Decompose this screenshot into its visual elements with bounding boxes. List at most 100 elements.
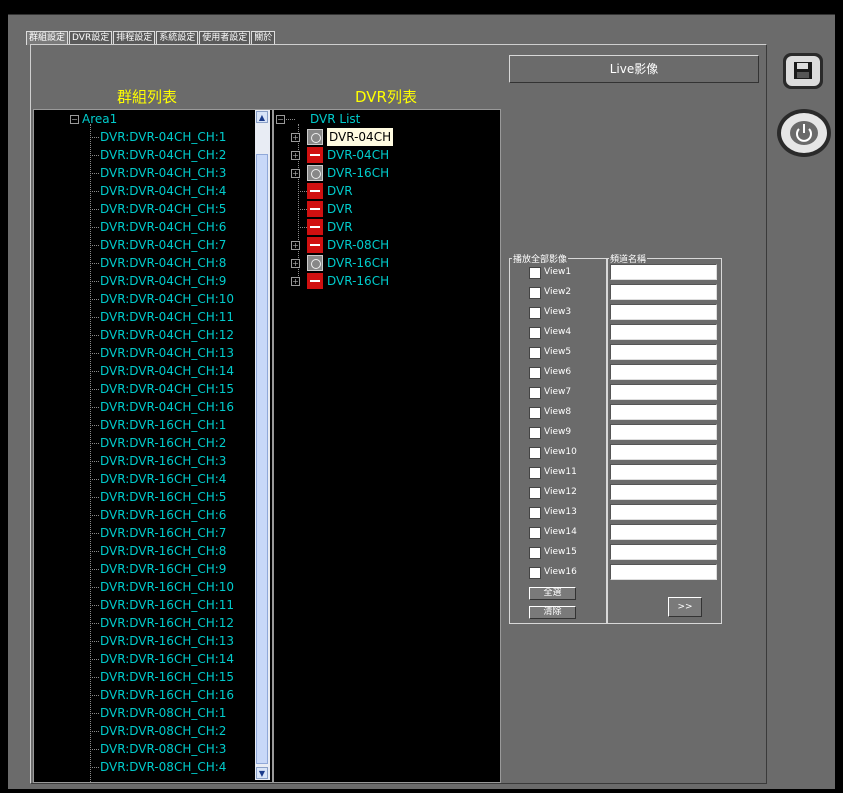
channel-name-input[interactable] [610, 424, 717, 440]
channel-name-input[interactable] [610, 524, 717, 540]
tree-item-channel[interactable]: DVR:DVR-16CH_CH:2 [100, 434, 226, 452]
view-checkbox[interactable] [529, 447, 541, 459]
dvr-tree-item[interactable]: DVR-08CH [327, 236, 389, 254]
tree-item-channel[interactable]: DVR:DVR-08CH_CH:3 [100, 740, 226, 758]
view-checkbox[interactable] [529, 367, 541, 379]
channel-name-input[interactable] [610, 484, 717, 500]
select-all-button[interactable]: 全選 [529, 587, 576, 600]
save-button[interactable] [783, 53, 823, 89]
tree-item-channel[interactable]: DVR:DVR-08CH_CH:1 [100, 704, 226, 722]
tree-item-channel[interactable]: DVR:DVR-04CH_CH:1 [100, 128, 226, 146]
clear-button[interactable]: 清除 [529, 606, 576, 619]
view-checkbox[interactable] [529, 267, 541, 279]
dvr-list-root[interactable]: DVR List [310, 110, 360, 128]
tree-item-channel[interactable]: DVR:DVR-04CH_CH:4 [100, 182, 226, 200]
tree-item-channel[interactable]: DVR:DVR-16CH_CH:1 [100, 416, 226, 434]
scroll-down-icon[interactable]: ▼ [256, 767, 268, 779]
tree-item-channel[interactable]: DVR:DVR-16CH_CH:16 [100, 686, 234, 704]
tree-item-channel[interactable]: DVR:DVR-16CH_CH:3 [100, 452, 226, 470]
expand-icon[interactable]: + [291, 133, 300, 142]
power-button[interactable] [776, 108, 832, 158]
tree-item-channel[interactable]: DVR:DVR-16CH_CH:5 [100, 488, 226, 506]
expand-icon[interactable]: + [291, 241, 300, 250]
scroll-up-icon[interactable]: ▲ [256, 111, 268, 123]
tree-item-channel[interactable]: DVR:DVR-04CH_CH:14 [100, 362, 234, 380]
dvr-tree-item[interactable]: DVR-04CH [327, 146, 389, 164]
expand-icon[interactable]: + [291, 259, 300, 268]
view-checkbox[interactable] [529, 307, 541, 319]
tree-item-channel[interactable]: DVR:DVR-04CH_CH:5 [100, 200, 226, 218]
tree-item-channel[interactable]: DVR:DVR-16CH_CH:10 [100, 578, 234, 596]
channel-name-input[interactable] [610, 384, 717, 400]
view-checkbox[interactable] [529, 407, 541, 419]
channel-name-input[interactable] [610, 264, 717, 280]
channel-name-input[interactable] [610, 344, 717, 360]
dvr-tree-item[interactable]: DVR [327, 182, 353, 200]
collapse-icon[interactable]: − [276, 115, 285, 124]
expand-icon[interactable]: + [291, 151, 300, 160]
tree-root-area1[interactable]: Area1 [82, 110, 117, 128]
view-checkbox[interactable] [529, 467, 541, 479]
channel-name-input[interactable] [610, 544, 717, 560]
dvr-tree-item[interactable]: DVR [327, 218, 353, 236]
channel-name-input[interactable] [610, 284, 717, 300]
tab-2[interactable]: 排程設定 [113, 31, 156, 45]
tree-item-channel[interactable]: DVR:DVR-16CH_CH:12 [100, 614, 234, 632]
dvr-tree[interactable]: − DVR List + DVR-04CH + DVR-04CH + DVR-16CH DVR D… [273, 109, 501, 783]
tree-item-channel[interactable]: DVR:DVR-04CH_CH:13 [100, 344, 234, 362]
tab-5[interactable]: 關於 [251, 31, 276, 45]
tree-item-channel[interactable]: DVR:DVR-04CH_CH:7 [100, 236, 226, 254]
apply-channel-names-button[interactable]: >> [668, 597, 702, 617]
tree-item-channel[interactable]: DVR:DVR-16CH_CH:8 [100, 542, 226, 560]
tab-1[interactable]: DVR設定 [69, 31, 113, 45]
tree-item-channel[interactable]: DVR:DVR-04CH_CH:8 [100, 254, 226, 272]
dvr-tree-item[interactable]: DVR-16CH [327, 254, 389, 272]
tree-item-channel[interactable]: DVR:DVR-04CH_CH:6 [100, 218, 226, 236]
tree-item-channel[interactable]: DVR:DVR-16CH_CH:7 [100, 524, 226, 542]
tree-item-channel[interactable]: DVR:DVR-16CH_CH:14 [100, 650, 234, 668]
view-checkbox[interactable] [529, 347, 541, 359]
group-tree[interactable]: − Area1 DVR:DVR-04CH_CH:1 DVR:DVR-04CH_CH:2… [33, 109, 273, 783]
view-checkbox[interactable] [529, 507, 541, 519]
tab-3[interactable]: 系統設定 [156, 31, 199, 45]
tree-item-channel[interactable]: DVR:DVR-16CH_CH:11 [100, 596, 234, 614]
dvr-tree-item[interactable]: DVR-16CH [327, 164, 389, 182]
group-tree-scrollbar[interactable]: ▲ ▼ [255, 110, 270, 780]
view-checkbox[interactable] [529, 287, 541, 299]
dvr-tree-item[interactable]: DVR-16CH [327, 272, 389, 290]
tree-item-channel[interactable]: DVR:DVR-04CH_CH:12 [100, 326, 234, 344]
channel-name-input[interactable] [610, 444, 717, 460]
tree-item-channel[interactable]: DVR:DVR-08CH_CH:4 [100, 758, 226, 776]
channel-name-input[interactable] [610, 324, 717, 340]
expand-icon[interactable]: + [291, 277, 300, 286]
tree-item-channel[interactable]: DVR:DVR-16CH_CH:6 [100, 506, 226, 524]
view-checkbox[interactable] [529, 427, 541, 439]
tree-item-channel[interactable]: DVR:DVR-04CH_CH:10 [100, 290, 234, 308]
tree-item-channel[interactable]: DVR:DVR-04CH_CH:3 [100, 164, 226, 182]
tree-item-channel[interactable]: DVR:DVR-16CH_CH:9 [100, 560, 226, 578]
tab-4[interactable]: 使用者設定 [199, 31, 251, 45]
scroll-thumb[interactable] [256, 154, 268, 764]
tree-item-channel[interactable]: DVR:DVR-04CH_CH:16 [100, 398, 234, 416]
tree-item-channel[interactable]: DVR:DVR-04CH_CH:11 [100, 308, 234, 326]
tree-item-channel[interactable]: DVR:DVR-04CH_CH:9 [100, 272, 226, 290]
channel-name-input[interactable] [610, 404, 717, 420]
tree-item-channel[interactable]: DVR:DVR-16CH_CH:15 [100, 668, 234, 686]
expand-icon[interactable]: + [291, 169, 300, 178]
tree-item-channel[interactable]: DVR:DVR-04CH_CH:15 [100, 380, 234, 398]
view-checkbox[interactable] [529, 547, 541, 559]
view-checkbox[interactable] [529, 327, 541, 339]
view-checkbox[interactable] [529, 527, 541, 539]
view-checkbox[interactable] [529, 487, 541, 499]
channel-name-input[interactable] [610, 304, 717, 320]
channel-name-input[interactable] [610, 504, 717, 520]
tab-0[interactable]: 群組設定 [26, 31, 69, 45]
dvr-tree-item[interactable]: DVR [327, 200, 353, 218]
channel-name-input[interactable] [610, 464, 717, 480]
tree-item-channel[interactable]: DVR:DVR-08CH_CH:2 [100, 722, 226, 740]
channel-name-input[interactable] [610, 364, 717, 380]
view-checkbox[interactable] [529, 567, 541, 579]
tree-item-channel[interactable]: DVR:DVR-16CH_CH:13 [100, 632, 234, 650]
channel-name-input[interactable] [610, 564, 717, 580]
collapse-icon[interactable]: − [70, 115, 79, 124]
